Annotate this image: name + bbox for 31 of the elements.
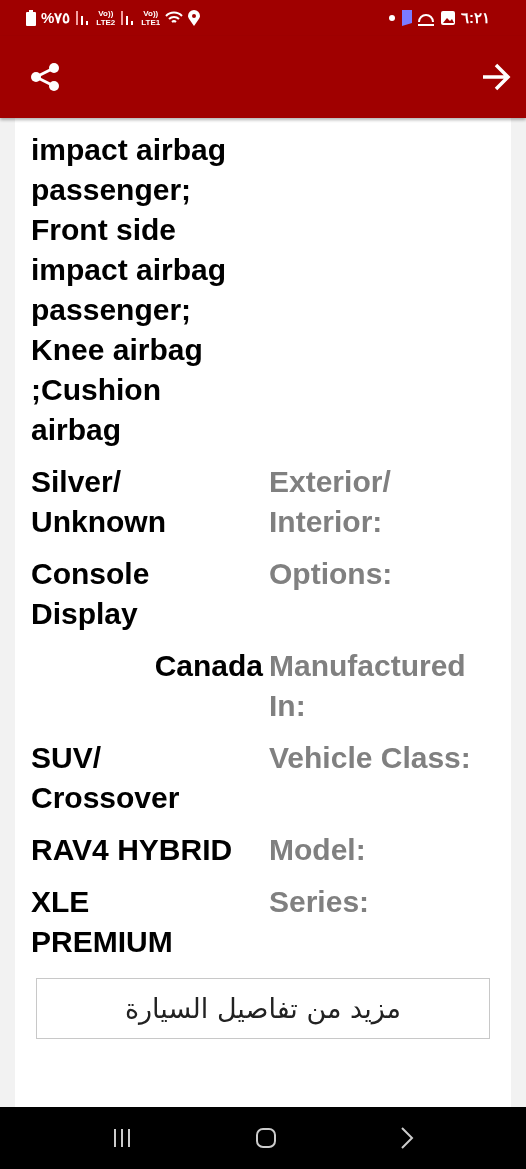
spec-value: RAV4 HYBRID [31,832,234,868]
home-icon[interactable] [255,1127,277,1149]
spec-label: Options: [269,556,394,592]
spec-value: SUV/ Crossover [31,740,181,816]
app-notification-icon [400,10,412,26]
spec-label: Manufactured In: [269,648,467,724]
battery-icon [26,10,36,26]
share-icon[interactable] [30,62,60,92]
volte-label: Vo)) [143,9,159,18]
volte-label: Vo)) [98,9,114,18]
arrow-icon[interactable] [481,63,511,91]
spec-label: Vehicle Class: [269,740,472,776]
spec-value: XLE PREMIUM [31,884,174,960]
spec-label: Model: [269,832,367,868]
spec-value: Silver/ Unknown [31,464,167,540]
spec-value: impact airbag passenger; Front side impact airbag passenger; Knee airbag ;Cushion airbag [31,132,228,448]
clock-time: ٦:٢١ [461,9,490,27]
wifi-icon [165,10,184,26]
more-details-button[interactable]: مزيد من تفاصيل السيارة [36,978,490,1039]
spec-value: Canada [154,648,263,684]
dot-icon [389,15,395,21]
recents-icon[interactable] [111,1128,132,1148]
image-icon [440,10,456,26]
network-label: LTE1 [141,18,161,27]
chevron-icon[interactable] [400,1127,415,1149]
network-label: LTE2 [96,18,116,27]
spec-label: Exterior/ Interior: [269,464,392,540]
spec-label: Series: [269,884,371,920]
spec-value: Console Display [31,556,151,632]
location-icon [188,10,201,26]
battery-percent: %٧٥ [41,9,71,27]
